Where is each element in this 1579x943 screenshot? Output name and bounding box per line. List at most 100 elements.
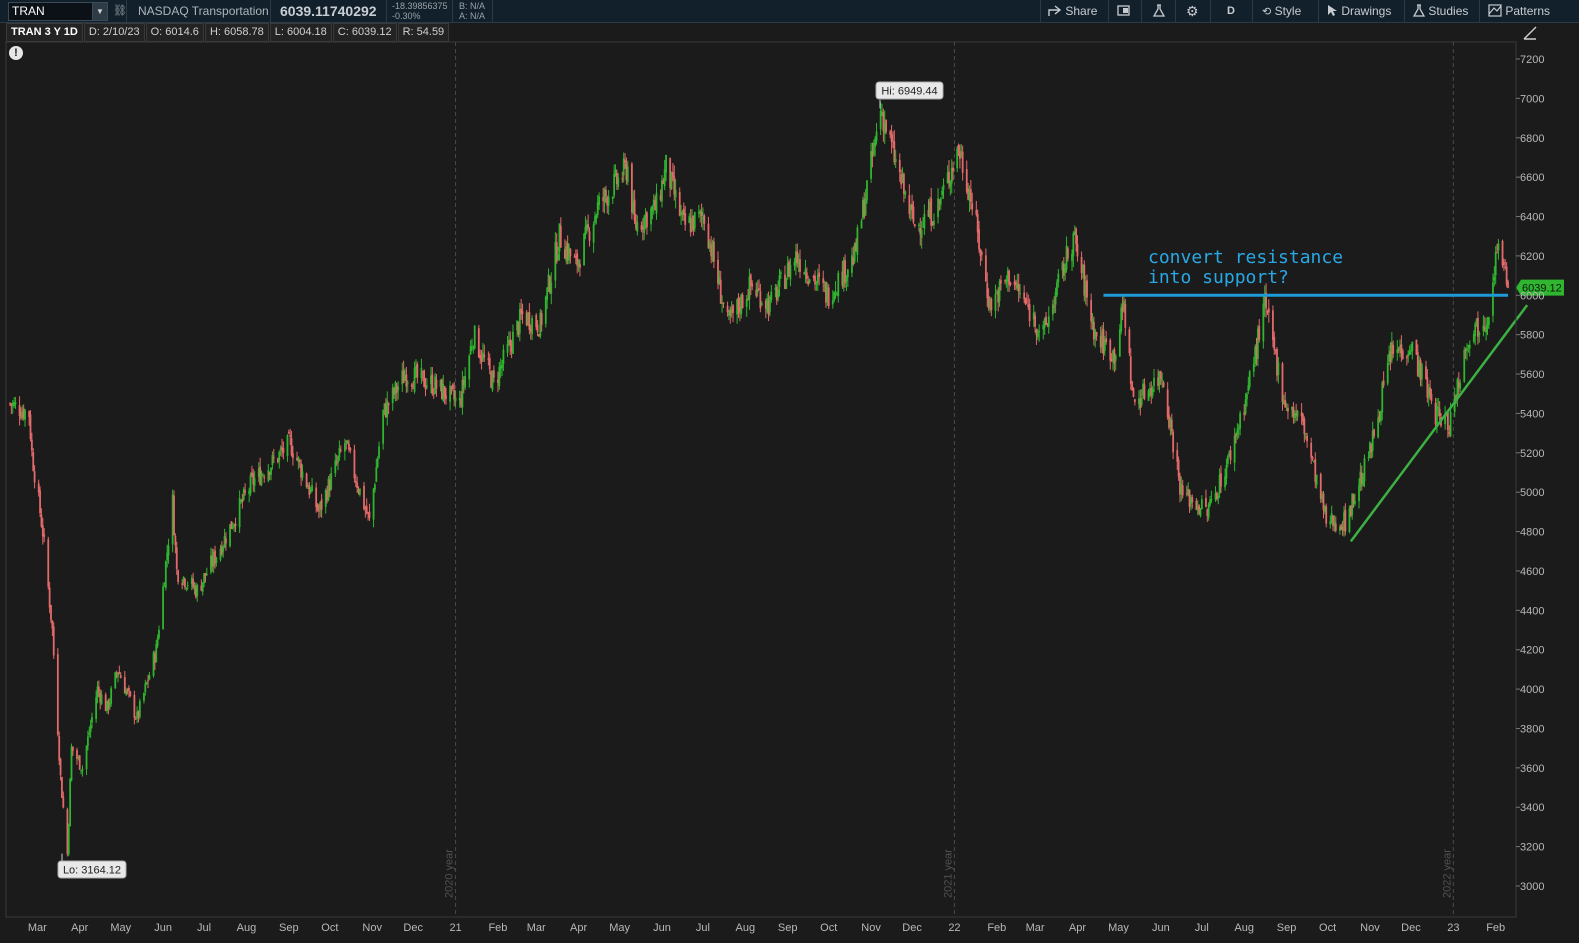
y-tick-label: 6000: [1520, 290, 1544, 302]
candle-body: [346, 441, 349, 445]
candle-body: [1233, 435, 1236, 463]
candle-body: [920, 230, 923, 239]
candle-body: [799, 259, 801, 272]
symbol-input[interactable]: TRAN: [12, 3, 45, 20]
candle-body: [1373, 429, 1375, 437]
candle-body: [831, 300, 834, 305]
symbol-input-box[interactable]: TRAN: [8, 2, 94, 21]
flag-icon: [1117, 5, 1130, 16]
candle-body: [605, 189, 607, 197]
candle-body: [483, 354, 486, 358]
high-label: Hi: 6949.44: [881, 86, 937, 98]
share-button[interactable]: Share: [1048, 0, 1097, 22]
candle-body: [301, 471, 304, 478]
net-change: -18.39856375: [392, 1, 448, 11]
candle-body: [155, 643, 158, 663]
flask-button[interactable]: [1152, 0, 1166, 22]
close-value: C: 6039.12: [332, 23, 397, 42]
candle-body: [89, 724, 92, 732]
x-tick-label: Sep: [279, 922, 299, 934]
candle-body: [796, 251, 799, 263]
x-tick-label: Apr: [71, 922, 88, 934]
price-chart[interactable]: 2020 year 2021 year 2022 year convert resi…: [0, 0, 1579, 943]
candle-body: [181, 583, 184, 585]
candle-body: [1143, 384, 1146, 399]
y-tick-label: 7200: [1520, 54, 1544, 66]
candle-body: [1262, 303, 1265, 342]
candle-body: [158, 629, 160, 638]
candle-body: [957, 145, 960, 151]
candle-body: [1162, 382, 1165, 388]
candle-body: [1236, 429, 1239, 435]
candle-body: [133, 694, 136, 718]
style-button[interactable]: ⟲ Style: [1262, 0, 1301, 22]
patterns-button[interactable]: Patterns: [1488, 0, 1550, 22]
candle-body: [1325, 506, 1328, 524]
candle-body: [557, 254, 559, 260]
toolbar-divider: [1479, 0, 1480, 22]
candle-body: [1181, 485, 1184, 496]
candle-body: [222, 546, 225, 552]
candle-body: [1210, 499, 1213, 501]
candle-body: [898, 160, 901, 173]
candle-body: [43, 534, 46, 537]
x-tick-label: Oct: [820, 922, 837, 934]
candle-body: [1109, 340, 1112, 361]
low-label: Lo: 3164.12: [63, 865, 121, 877]
candle-body: [980, 252, 983, 255]
x-tick-label: Dec: [902, 922, 922, 934]
candle-body: [1273, 336, 1276, 350]
candle-body: [50, 605, 52, 621]
y-tick-label: 4000: [1520, 684, 1544, 696]
alert-icon[interactable]: !: [9, 46, 23, 60]
candle-body: [1478, 333, 1481, 336]
draw-tool-icon[interactable]: [1522, 25, 1538, 41]
candle-body: [808, 279, 811, 283]
y-tick-label: 3400: [1520, 802, 1544, 814]
y-tick-label: 7000: [1520, 93, 1544, 105]
candle-body: [655, 192, 658, 214]
candle-body: [173, 495, 175, 536]
gear-icon[interactable]: ⚙: [1186, 0, 1199, 22]
x-tick-label: Nov: [861, 922, 881, 934]
link-icon[interactable]: ⛓: [113, 0, 127, 22]
x-tick-label: Sep: [778, 922, 798, 934]
candle-body: [375, 467, 378, 483]
drawings-button[interactable]: Drawings: [1327, 0, 1391, 22]
candle-body: [1420, 364, 1423, 379]
candle-body: [636, 222, 639, 232]
candle-body: [78, 755, 81, 770]
x-tick-label: Jul: [197, 922, 211, 934]
candle-body: [365, 506, 368, 514]
candle-body: [1405, 356, 1408, 359]
flag-button[interactable]: [1117, 0, 1131, 22]
toolbar-divider: [1040, 0, 1041, 22]
candle-body: [1105, 338, 1108, 343]
candle-body: [1459, 382, 1462, 389]
candle-body: [67, 824, 70, 855]
candle-body: [40, 514, 43, 527]
studies-button[interactable]: Studies: [1412, 0, 1469, 22]
candle-body: [114, 672, 117, 689]
candle-body: [1468, 344, 1471, 349]
percent-change: -0.30%: [392, 11, 421, 21]
candle-body: [225, 538, 227, 544]
candle-body: [1172, 431, 1175, 453]
y-tick-label: 6400: [1520, 212, 1544, 224]
candle-body: [253, 478, 256, 486]
x-tick-label: May: [110, 922, 131, 934]
candle-body: [1220, 473, 1222, 487]
candle-body: [908, 195, 911, 214]
candle-body: [1129, 356, 1132, 384]
candle-body: [583, 233, 585, 266]
studies-label: Studies: [1428, 4, 1469, 18]
candle-body: [785, 278, 788, 290]
y-tick-label: 3600: [1520, 763, 1544, 775]
candle-body: [234, 523, 237, 527]
candle-body: [1229, 450, 1232, 461]
candle-body: [722, 302, 725, 304]
aggregation-button[interactable]: D: [1227, 0, 1235, 22]
symbol-dropdown-button[interactable]: ▼: [92, 2, 108, 21]
candle-body: [186, 585, 189, 587]
open-value: O: 6014.6: [145, 23, 204, 42]
